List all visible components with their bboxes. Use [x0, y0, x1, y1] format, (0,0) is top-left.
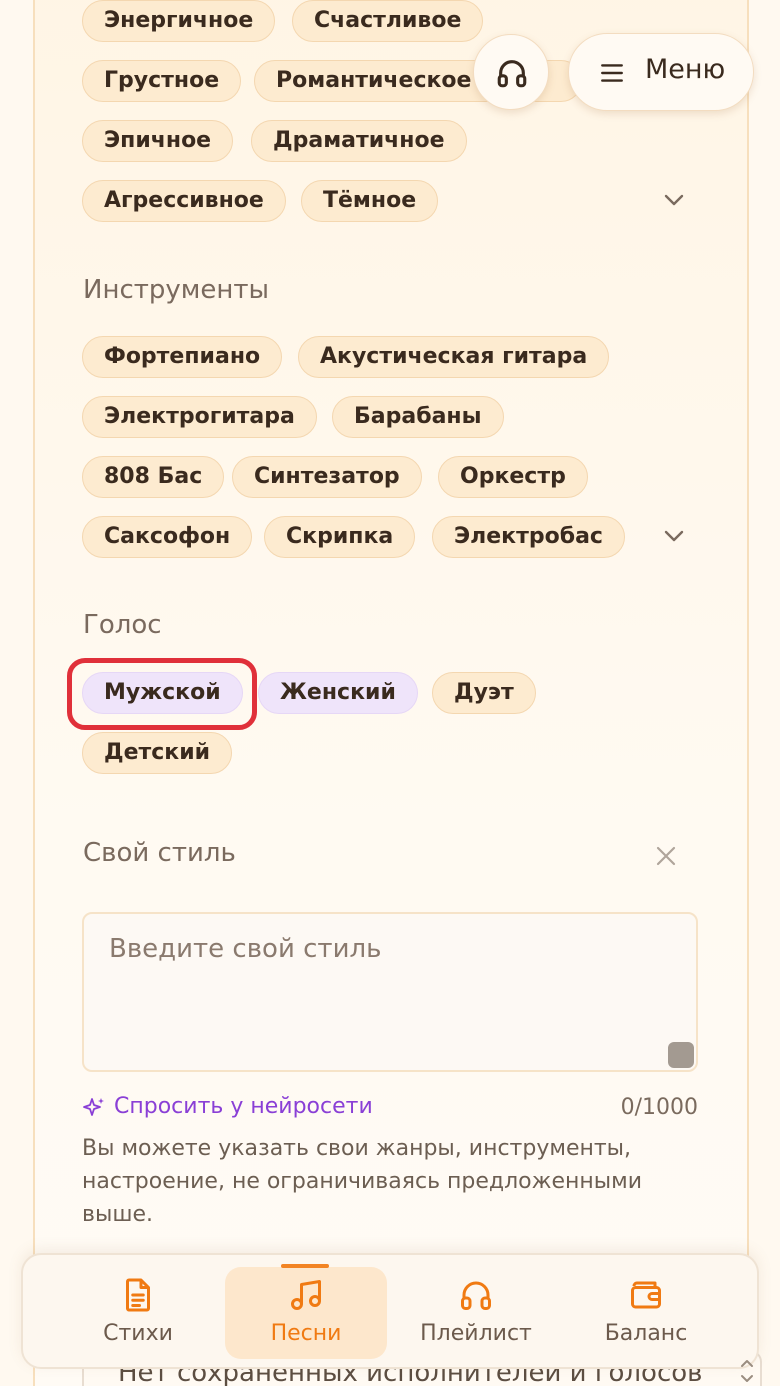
- chip-voice-child[interactable]: Детский: [82, 732, 233, 774]
- chip-instrument-electric-bass[interactable]: Электробас: [432, 516, 625, 558]
- custom-style-input[interactable]: Введите свой стиль: [82, 912, 698, 1072]
- chip-voice-duet[interactable]: Дуэт: [432, 672, 536, 714]
- chip-instrument-synth[interactable]: Синтезатор: [232, 456, 422, 498]
- voice-label: Голос: [83, 610, 162, 640]
- ask-ai-label: Спросить у нейросети: [114, 1094, 373, 1119]
- chip-mood-sad[interactable]: Грустное: [82, 60, 242, 102]
- music-note-icon: [291, 1280, 321, 1310]
- chip-mood-epic[interactable]: Эпичное: [82, 120, 234, 162]
- hamburger-icon: [601, 64, 623, 82]
- headphones-icon: [461, 1281, 491, 1310]
- chip-voice-female[interactable]: Женский: [258, 672, 418, 714]
- wallet-icon: [631, 1281, 661, 1309]
- chip-instrument-electric-guitar[interactable]: Электрогитара: [82, 396, 317, 438]
- chip-mood-aggressive[interactable]: Агрессивное: [82, 180, 286, 222]
- chip-mood-dark[interactable]: Тёмное: [301, 180, 439, 222]
- custom-style-label: Свой стиль: [83, 838, 236, 868]
- nav-label-balance: Баланс: [604, 1321, 688, 1346]
- nav-item-balance[interactable]: Баланс: [565, 1267, 727, 1359]
- listen-button[interactable]: [473, 34, 549, 110]
- chip-instrument-orchestra[interactable]: Оркестр: [438, 456, 588, 498]
- select-arrows-icon: [741, 1360, 753, 1382]
- custom-style-placeholder: Введите свой стиль: [109, 934, 382, 964]
- chip-instrument-sax[interactable]: Саксофон: [82, 516, 253, 558]
- selection-highlight: [67, 658, 257, 730]
- char-counter: 0/1000: [620, 1095, 698, 1120]
- active-tab-indicator: [281, 1264, 329, 1268]
- nav-item-songs[interactable]: Песни: [225, 1267, 387, 1359]
- sparkles-icon: [83, 1098, 104, 1116]
- chevron-down-icon[interactable]: [662, 188, 686, 212]
- chip-instrument-piano[interactable]: Фортепиано: [82, 336, 283, 378]
- nav-item-playlist[interactable]: Плейлист: [395, 1267, 557, 1359]
- chip-mood-energetic[interactable]: Энергичное: [82, 0, 276, 42]
- chip-instrument-acoustic-guitar[interactable]: Акустическая гитара: [298, 336, 610, 378]
- chip-instrument-808-bass[interactable]: 808 Бас: [82, 456, 225, 498]
- nav-label-songs: Песни: [270, 1321, 342, 1346]
- chip-instrument-violin[interactable]: Скрипка: [264, 516, 416, 558]
- bottom-nav: Стихи Песни Плейлист Баланс: [21, 1253, 759, 1369]
- nav-label-playlist: Плейлист: [420, 1321, 532, 1346]
- chip-mood-happy[interactable]: Счастливое: [292, 0, 484, 42]
- chevron-down-icon[interactable]: [662, 524, 686, 548]
- menu-label: Меню: [645, 54, 726, 85]
- headphones-icon: [497, 60, 527, 88]
- nav-label-lyrics: Стихи: [103, 1321, 173, 1346]
- nav-item-lyrics[interactable]: Стихи: [57, 1267, 219, 1359]
- chip-mood-dramatic[interactable]: Драматичное: [251, 120, 467, 162]
- close-icon[interactable]: [654, 844, 678, 868]
- chip-instrument-drums[interactable]: Барабаны: [332, 396, 504, 438]
- custom-style-hint: Вы можете указать свои жанры, инструмент…: [82, 1136, 643, 1227]
- document-icon: [126, 1278, 150, 1312]
- menu-button[interactable]: Меню: [568, 33, 754, 111]
- resize-handle[interactable]: [668, 1042, 694, 1068]
- instruments-label: Инструменты: [83, 275, 270, 305]
